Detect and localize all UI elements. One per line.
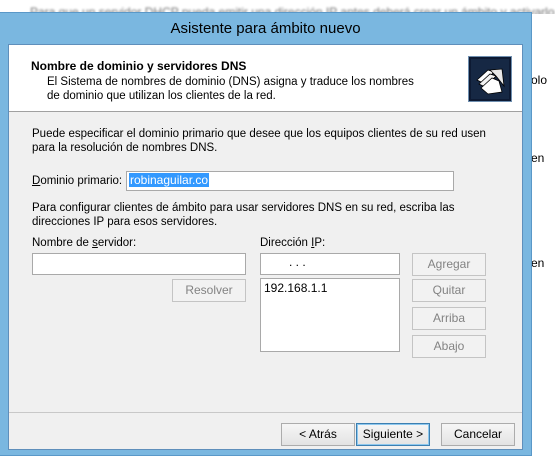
background-side-text: olo xyxy=(531,73,548,87)
server-name-input[interactable] xyxy=(32,253,246,275)
page-description: El Sistema de nombres de dominio (DNS) a… xyxy=(47,76,414,102)
window-title: Asistente para ámbito nuevo xyxy=(170,20,361,37)
domain-intro-text: Puede especificar el dominio primario qu… xyxy=(32,128,486,154)
wizard-window: Asistente para ámbito nuevo Nombre de do… xyxy=(0,13,531,455)
wizard-header: Nombre de dominio y servidores DNS El Si… xyxy=(9,45,522,112)
page-title: Nombre de dominio y servidores DNS xyxy=(31,59,247,73)
list-item[interactable]: 192.168.1.1 xyxy=(264,281,396,295)
domain-value: robinaguilar.co xyxy=(129,173,210,187)
next-button[interactable]: Siguiente > xyxy=(356,423,430,446)
cancel-button[interactable]: Cancelar xyxy=(441,423,515,446)
remove-button[interactable]: Quitar xyxy=(412,279,486,302)
move-up-button[interactable]: Arriba xyxy=(412,307,486,330)
title-bar[interactable]: Asistente para ámbito nuevo xyxy=(0,13,531,42)
background-window-text: Para que un servidor DHCP pueda emitir u… xyxy=(0,0,555,14)
ip-address-input[interactable]: . . . xyxy=(260,253,400,275)
resolve-button[interactable]: Resolver xyxy=(172,279,246,302)
add-button[interactable]: Agregar xyxy=(412,253,486,276)
server-name-label: Nombre de servidor: xyxy=(32,237,137,249)
ip-address-label: Dirección IP: xyxy=(260,237,326,249)
domain-label: Dominio primario: xyxy=(32,175,123,187)
wizard-page: Nombre de dominio y servidores DNS El Si… xyxy=(8,44,523,450)
background-side-text: en xyxy=(531,256,545,270)
move-down-button[interactable]: Abajo xyxy=(412,335,486,358)
footer-divider xyxy=(9,412,522,413)
ip-address-dots: . . . xyxy=(289,255,306,269)
back-button[interactable]: < Atrás xyxy=(281,423,355,446)
primary-domain-field[interactable]: robinaguilar.co xyxy=(126,171,454,191)
dns-server-list[interactable]: 192.168.1.1 xyxy=(260,278,400,352)
background-side-text: en xyxy=(531,151,545,165)
folders-icon xyxy=(468,56,512,102)
dns-intro-text: Para configurar clientes de ámbito para … xyxy=(32,202,455,228)
